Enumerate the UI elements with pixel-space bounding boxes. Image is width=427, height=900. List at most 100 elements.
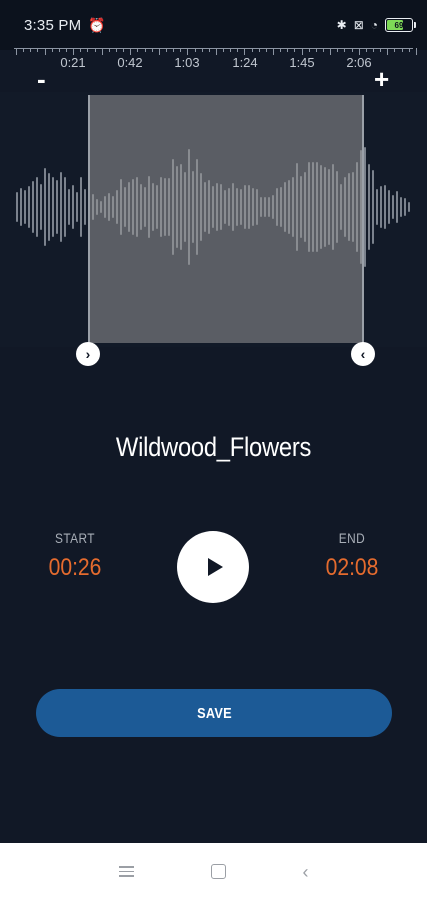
timeline-tick [408,48,410,52]
waveform-bar [52,176,54,238]
chevron-left-icon: ‹ [360,346,366,362]
timeline-tick [37,48,39,52]
start-handle[interactable]: › [76,342,100,366]
waveform-bar [84,189,86,225]
timeline-tick [387,48,389,55]
timeline-tick [308,48,310,52]
end-time-block: END 02:08 [297,530,407,582]
start-time-value[interactable]: 00:26 [27,554,124,582]
timeline-label: 2:06 [346,55,372,70]
timeline-tick [137,48,139,52]
waveform-bar [396,190,398,224]
timeline-tick [65,48,67,52]
waveform-bar [60,172,62,242]
trim-selection[interactable] [88,95,364,343]
waveform-bar [368,164,370,250]
end-label: END [338,530,366,546]
waveform-bar [56,179,58,235]
timeline-tick [30,48,32,52]
timeline-label: 1:03 [174,55,200,70]
timeline-tick [373,48,374,52]
timeline-tick [16,48,17,55]
timeline-label: 0:42 [117,55,143,70]
battery-icon: 69 [385,18,416,32]
end-time-value[interactable]: 02:08 [304,554,401,582]
waveform-bar [44,167,46,247]
timeline-tick [94,48,96,52]
timeline-tick [337,48,339,52]
home-square-icon[interactable] [210,864,226,879]
timeline-tick [58,48,60,52]
waveform-bar [48,172,50,242]
timeline-tick [401,48,403,52]
timeline-tick [80,48,82,52]
timeline-label: 1:45 [289,55,315,70]
timeline-tick [358,48,360,55]
start-label: START [54,530,96,546]
waveform-bar [32,180,34,234]
status-time: 3:35 PM [24,16,82,34]
timeline-tick [323,48,325,52]
timeline-tick [130,48,132,55]
start-time-block: START 00:26 [20,530,130,582]
waveform[interactable] [0,92,427,347]
waveform-bar [76,191,78,223]
timeline-tick [380,48,382,52]
waveform-bar [380,185,382,229]
timeline-tick [294,48,296,52]
waveform-bar [400,197,402,217]
waveform-bar [384,185,386,229]
zoom-out-button[interactable]: - [37,66,46,92]
status-icons: ✱ ⊠ ◔ 69 [336,18,416,32]
waveform-bar [20,187,22,227]
play-icon [208,558,223,576]
timeline-tick [23,48,25,52]
timeline-tick [215,48,217,55]
timeline-tick [315,48,317,52]
waveform-bar [376,188,378,226]
timeline-tick [165,48,167,52]
play-button[interactable] [177,531,249,603]
save-button[interactable]: SAVE [36,689,392,737]
timeline-tick [194,48,196,52]
save-label: SAVE [196,704,232,722]
end-handle[interactable]: ‹ [351,342,375,366]
timeline-tick [151,48,153,52]
timeline-tick [44,48,46,55]
timeline-tick [108,48,110,52]
timeline-ruler: 0:21 0:42 1:03 1:24 1:45 2:06 [0,45,427,75]
bluetooth-icon: ✱ [336,18,347,32]
timeline-tick [351,48,353,52]
menu-icon[interactable] [118,866,134,877]
timeline-tick [301,48,303,55]
wifi-icon: ◔ [370,18,378,32]
zoom-in-button[interactable]: + [374,66,389,92]
waveform-bar [404,198,406,216]
timeline-tick [365,48,367,52]
timeline-tick [237,48,239,52]
track-title: Wildwood_Flowers [115,432,312,462]
waveform-bar [40,183,42,231]
timeline-tick [180,48,182,52]
timeline-tick [394,48,396,52]
waveform-bar [408,202,410,212]
timeline-tick [415,48,417,55]
waveform-bar [72,185,74,229]
back-chevron-icon[interactable]: ‹ [303,863,309,881]
waveform-bar [80,176,82,237]
timeline-tick [287,48,289,52]
waveform-bar [64,177,66,237]
waveform-bar [24,190,26,224]
timeline-tick [87,48,89,52]
timeline-tick [201,48,203,52]
timeline-tick [115,48,117,52]
waveform-bar [392,195,394,219]
timeline-tick [244,48,246,55]
timeline-tick [158,48,160,55]
waveform-bar [388,189,390,225]
status-bar: 3:35 PM ⏰ ✱ ⊠ ◔ 69 [0,0,427,50]
timeline-label: 0:21 [60,55,86,70]
timeline-tick [344,48,346,52]
waveform-bar [68,188,70,226]
timeline-tick [187,48,189,55]
